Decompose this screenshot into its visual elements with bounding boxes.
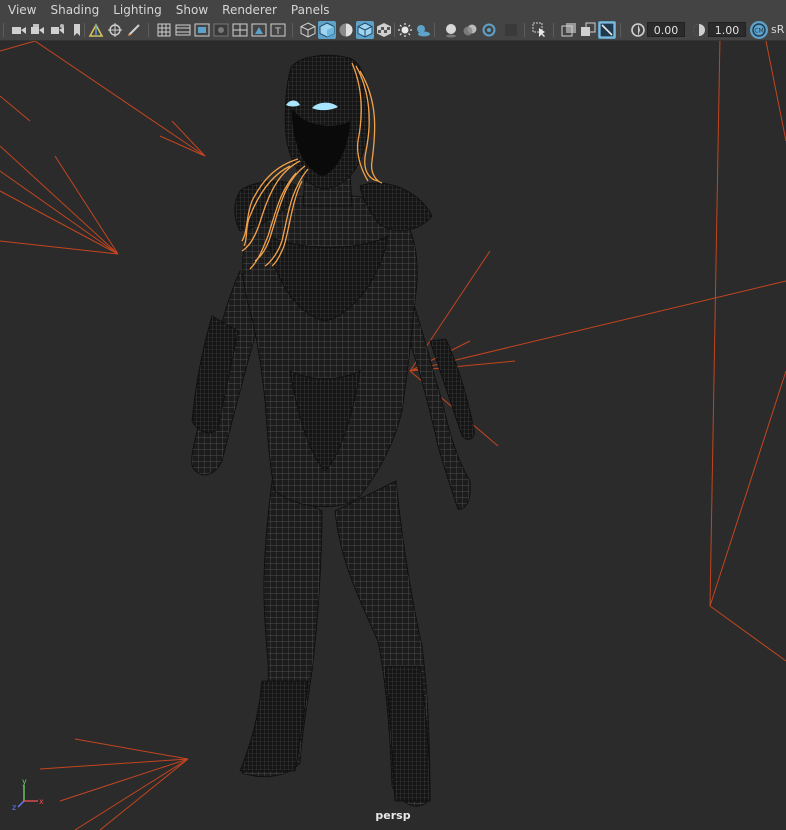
axis-y-label: y [22,777,27,786]
toolbar-separator [434,23,435,37]
smooth-shade-all-icon[interactable] [318,21,336,39]
svg-text:T: T [274,27,281,37]
anti-aliasing-icon[interactable] [480,21,498,39]
toolbar-separator [3,23,4,37]
scene-render [0,41,786,830]
camera-attributes-icon[interactable] [29,21,47,39]
svg-text:CM: CM [754,28,763,35]
panel-menubar: View Shading Lighting Show Renderer Pane… [0,0,786,20]
grease-pencil-icon[interactable] [106,21,124,39]
menu-lighting[interactable]: Lighting [106,0,169,20]
gamma-field[interactable]: 1.00 [708,22,746,37]
safe-action-icon[interactable] [250,21,268,39]
motion-blur-icon[interactable] [461,21,479,39]
xray-active-components-icon[interactable] [579,21,597,39]
gate-mask-icon[interactable] [212,21,230,39]
isolate-select-icon[interactable] [531,21,549,39]
bookmarks-icon[interactable] [49,21,67,39]
resolution-gate-icon[interactable] [193,21,211,39]
gamma-icon[interactable] [690,21,708,39]
film-gate-icon[interactable] [174,21,192,39]
character-mesh[interactable] [191,54,475,807]
depth-of-field-icon[interactable] [502,21,520,39]
wireframe-on-shaded-icon[interactable] [356,21,374,39]
wireframe-icon[interactable] [299,21,317,39]
camera-name-label: persp [375,809,411,822]
toolbar-separator [620,23,621,37]
toolbar-separator [84,23,85,37]
2d-pan-zoom-icon[interactable] [87,21,105,39]
exposure-field[interactable]: 0.00 [647,22,685,37]
select-camera-icon[interactable] [10,21,28,39]
maya-viewport-panel: View Shading Lighting Show Renderer Pane… [0,0,786,830]
3d-viewport[interactable]: y x z persp [0,41,786,830]
menu-show[interactable]: Show [169,0,215,20]
grid-icon[interactable] [155,21,173,39]
axis-gizmo: y x z [12,777,44,811]
toolbar-separator [394,23,395,37]
safe-title-icon[interactable]: T [269,21,287,39]
axis-x-label: x [39,797,44,806]
menu-renderer[interactable]: Renderer [215,0,284,20]
sculpt-pencil-icon[interactable] [125,21,143,39]
menu-shading[interactable]: Shading [43,0,106,20]
screen-space-ao-icon[interactable] [442,21,460,39]
color-management-icon[interactable]: CM [750,21,768,39]
exposure-icon[interactable] [629,21,647,39]
menu-panels[interactable]: Panels [284,0,337,20]
xray-icon[interactable] [560,21,578,39]
panel-toolbar: T 0.00 1.00 CM sR [0,20,786,41]
toolbar-separator [148,23,149,37]
toolbar-separator [553,23,554,37]
xray-joints-icon[interactable] [598,21,616,39]
use-all-lights-icon[interactable] [396,21,414,39]
shadows-icon[interactable] [414,21,432,39]
field-chart-icon[interactable] [231,21,249,39]
toolbar-separator [292,23,293,37]
toolbar-separator [524,23,525,37]
use-default-material-icon[interactable] [337,21,355,39]
menu-view[interactable]: View [0,0,43,20]
color-space-label[interactable]: sR [771,23,784,36]
textured-icon[interactable] [375,21,393,39]
